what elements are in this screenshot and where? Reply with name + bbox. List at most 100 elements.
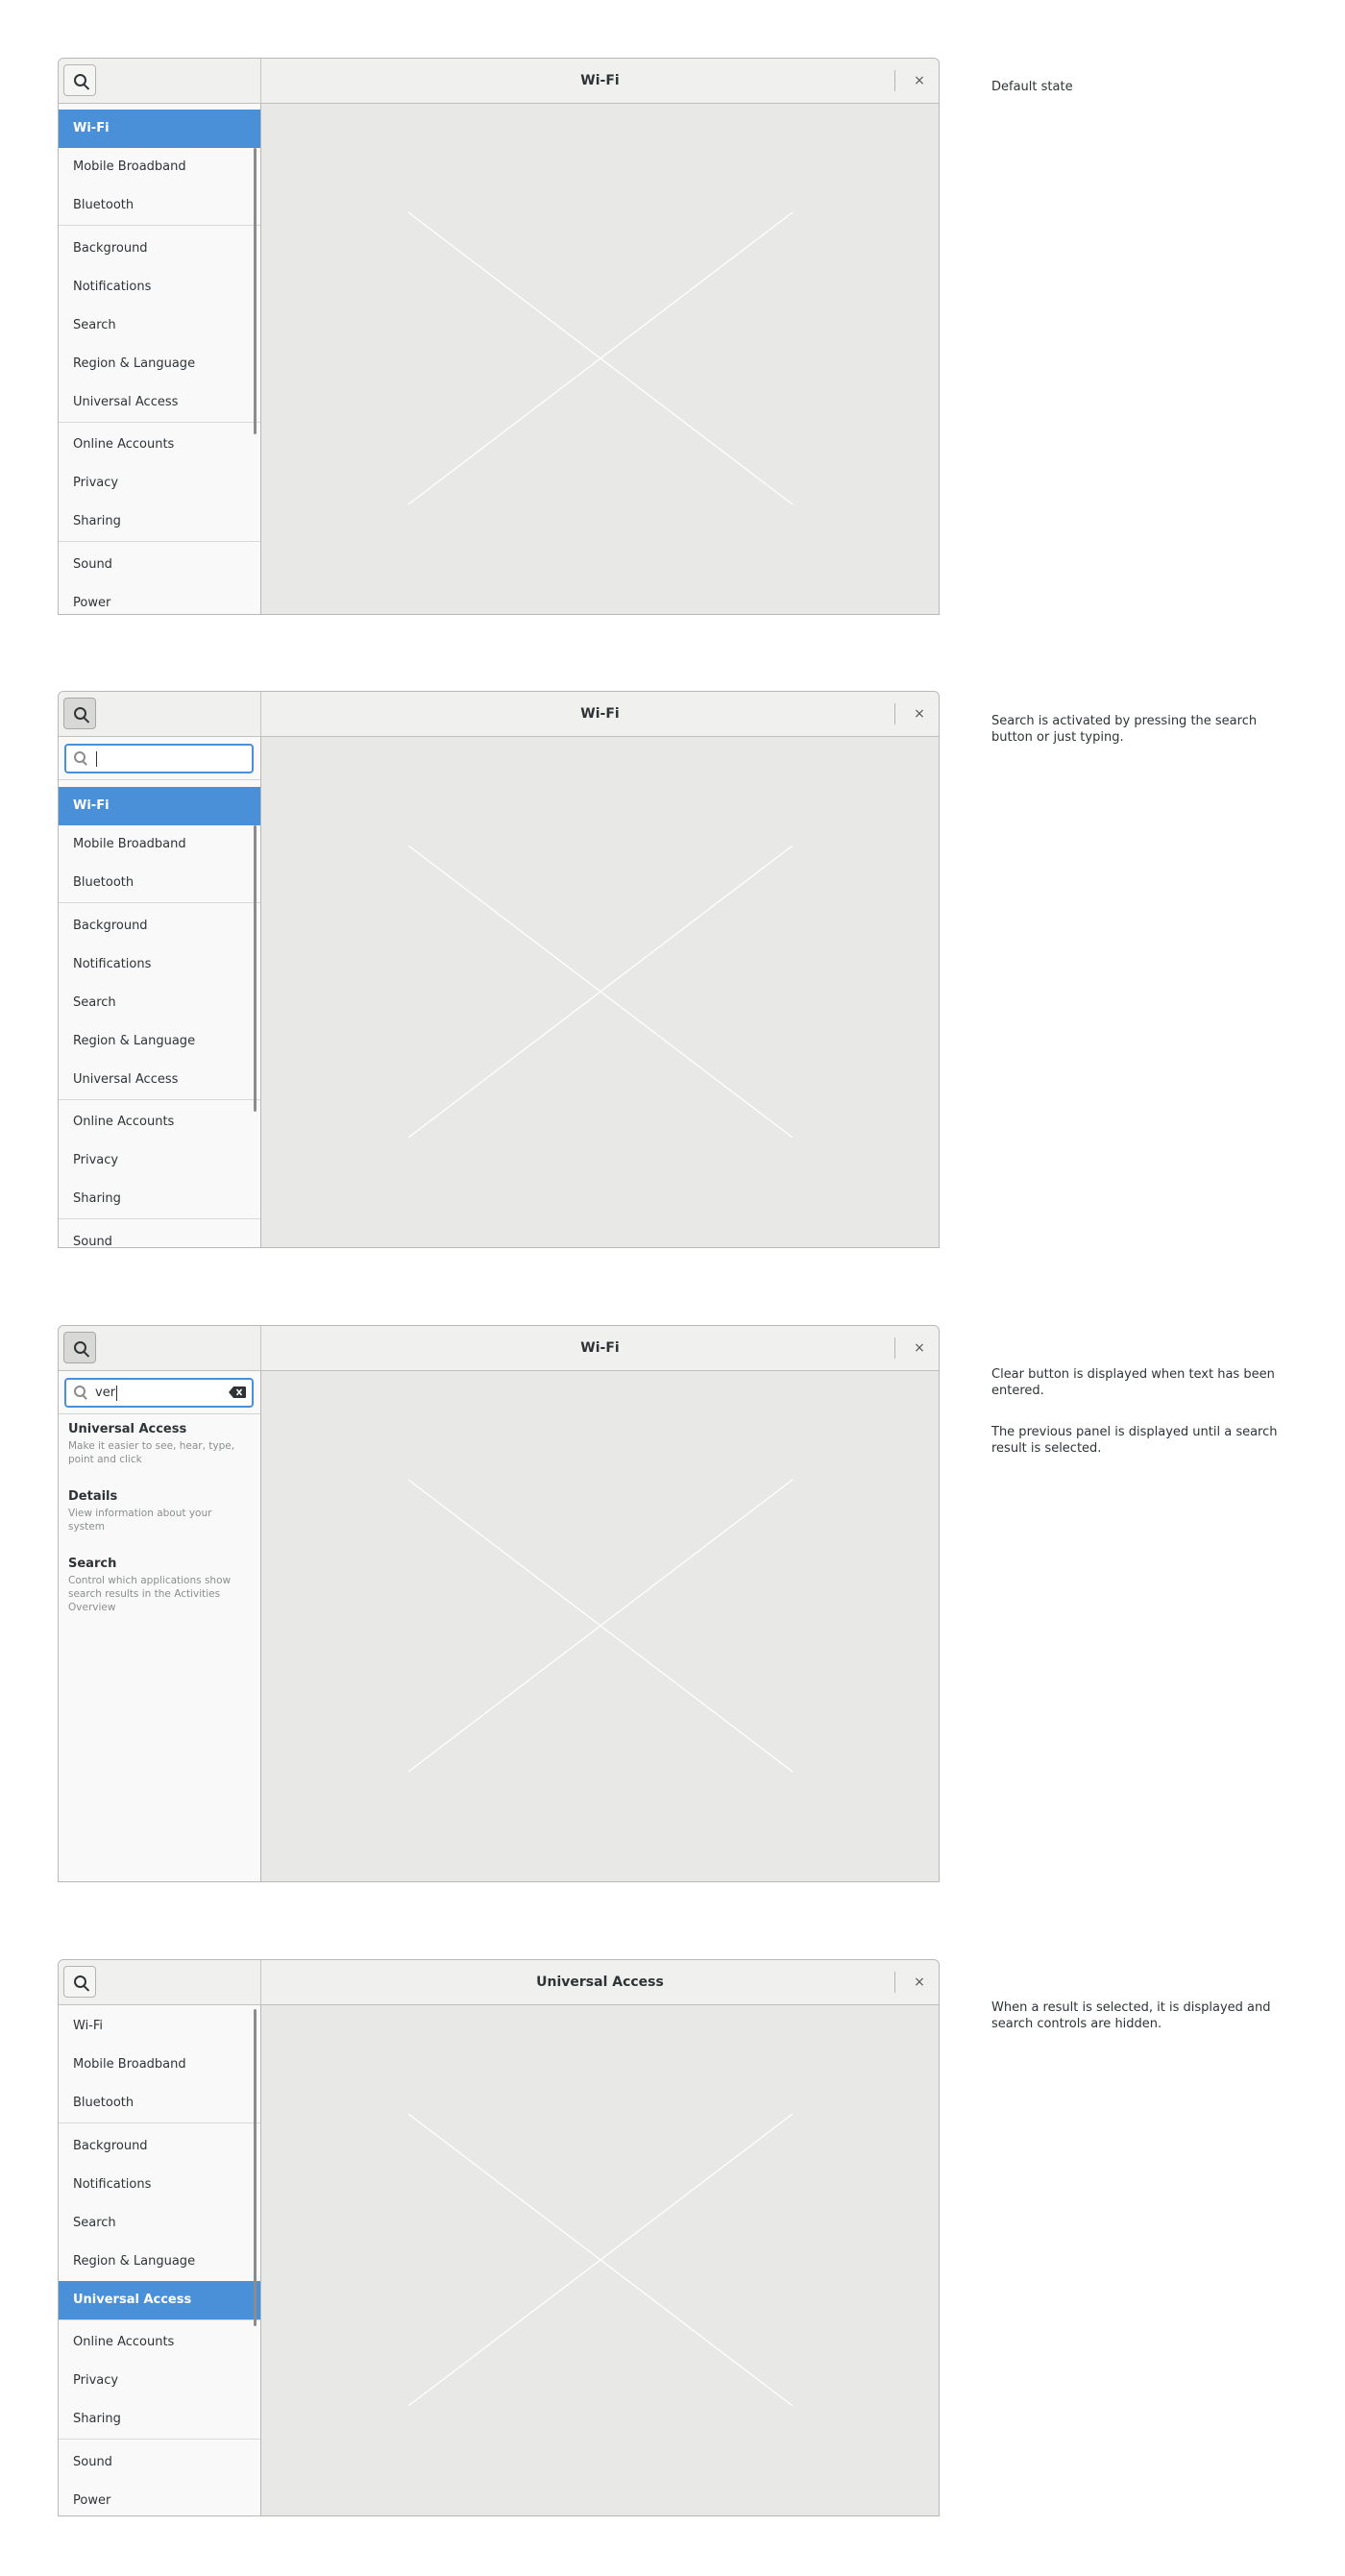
sidebar-item-online-accounts[interactable]: Online Accounts <box>59 2323 260 2362</box>
sidebar-item-universal-access[interactable]: Universal Access <box>59 383 260 422</box>
sidebar-item-wifi[interactable]: Wi-Fi <box>59 2007 260 2046</box>
sidebar-item-universal-access[interactable]: Universal Access <box>59 2281 260 2319</box>
annotation-note: Clear button is displayed when text has … <box>991 1367 1275 1398</box>
window-title: Universal Access <box>536 1975 664 1990</box>
sidebar-item-sharing[interactable]: Sharing <box>59 2400 260 2439</box>
search-icon <box>74 751 86 763</box>
sidebar-item-power[interactable]: Power <box>59 2482 260 2515</box>
search-button[interactable] <box>63 64 96 96</box>
sidebar-item-bluetooth[interactable]: Bluetooth <box>59 186 260 225</box>
window-search-activated: Wi-Fi × Wi-Fi Mobile Broadband Bluetooth… <box>58 691 940 1248</box>
search-button[interactable] <box>63 1966 96 1998</box>
window-search-results: Wi-Fi × ver Universal Access Make it eas… <box>58 1325 940 1882</box>
sidebar-item-background[interactable]: Background <box>59 2127 260 2166</box>
sidebar-item-bluetooth[interactable]: Bluetooth <box>59 2084 260 2122</box>
search-button[interactable] <box>63 1332 96 1363</box>
sidebar-item-privacy[interactable]: Privacy <box>59 1141 260 1180</box>
sidebar-item-search[interactable]: Search <box>59 307 260 345</box>
sidebar-item-power[interactable]: Power <box>59 584 260 614</box>
window-title: Wi-Fi <box>580 706 620 722</box>
search-icon <box>74 74 86 86</box>
sidebar-item-privacy[interactable]: Privacy <box>59 464 260 503</box>
sidebar-item-wifi[interactable]: Wi-Fi <box>59 787 260 825</box>
placeholder-cross <box>407 2113 794 2407</box>
sidebar-separator <box>59 2439 260 2440</box>
close-icon[interactable]: × <box>908 701 931 726</box>
sidebar-item-mobile-broadband[interactable]: Mobile Broadband <box>59 825 260 864</box>
headerbar: Wi-Fi × <box>59 692 939 737</box>
sidebar: Wi-Fi Mobile Broadband Bluetooth Backgro… <box>59 2005 261 2515</box>
search-bar: ver <box>59 1371 260 1414</box>
search-result-title: Details <box>68 1489 118 1504</box>
sidebar-separator <box>59 2122 260 2123</box>
sidebar-item-region-language[interactable]: Region & Language <box>59 345 260 383</box>
sidebar-item-sharing[interactable]: Sharing <box>59 503 260 541</box>
search-icon <box>74 707 86 720</box>
search-icon <box>74 1975 86 1988</box>
sidebar-item-background[interactable]: Background <box>59 230 260 268</box>
text-caret <box>96 750 97 767</box>
sidebar-scrollbar[interactable] <box>254 2009 257 2326</box>
headerbar: Wi-Fi × <box>59 1326 939 1371</box>
annotation-note: When a result is selected, it is display… <box>991 2000 1271 2031</box>
sidebar-item-sound[interactable]: Sound <box>59 2443 260 2482</box>
sidebar-separator <box>59 1218 260 1219</box>
search-result[interactable]: Details View information about your syst… <box>68 1488 251 1533</box>
sidebar-item-notifications[interactable]: Notifications <box>59 2166 260 2204</box>
placeholder-cross <box>407 211 794 505</box>
sidebar-item-online-accounts[interactable]: Online Accounts <box>59 1103 260 1141</box>
panel-placeholder <box>261 2005 939 2515</box>
sidebar: ver Universal Access Make it easier to s… <box>59 1371 261 1881</box>
search-input[interactable]: ver <box>64 1378 254 1408</box>
search-result[interactable]: Search Control which applications show s… <box>68 1556 251 1614</box>
sidebar-scrollbar[interactable] <box>254 825 257 1112</box>
search-result[interactable]: Universal Access Make it easier to see, … <box>68 1421 251 1466</box>
search-button[interactable] <box>63 698 96 729</box>
sidebar-item-universal-access[interactable]: Universal Access <box>59 1061 260 1099</box>
clear-text-icon[interactable] <box>229 1386 246 1398</box>
sidebar-item-mobile-broadband[interactable]: Mobile Broadband <box>59 2046 260 2084</box>
close-separator <box>894 1337 895 1359</box>
sidebar-item-mobile-broadband[interactable]: Mobile Broadband <box>59 148 260 186</box>
sidebar-item-region-language[interactable]: Region & Language <box>59 1022 260 1061</box>
sidebar-separator <box>59 422 260 423</box>
sidebar-item-search[interactable]: Search <box>59 984 260 1022</box>
search-result-description: Make it easier to see, hear, type, point… <box>68 1440 235 1465</box>
headerbar: Universal Access × <box>59 1960 939 2005</box>
sidebar-item-online-accounts[interactable]: Online Accounts <box>59 426 260 464</box>
close-icon[interactable]: × <box>908 1336 931 1361</box>
sidebar-item-notifications[interactable]: Notifications <box>59 268 260 307</box>
sidebar-item-sound[interactable]: Sound <box>59 1223 260 1247</box>
sidebar-item-wifi[interactable]: Wi-Fi <box>59 110 260 148</box>
sidebar-item-sound[interactable]: Sound <box>59 546 260 584</box>
search-input[interactable] <box>64 744 254 773</box>
sidebar-item-background[interactable]: Background <box>59 907 260 945</box>
search-bar <box>59 737 260 780</box>
close-separator <box>894 1972 895 1993</box>
sidebar-item-bluetooth[interactable]: Bluetooth <box>59 864 260 902</box>
sidebar-separator <box>59 2319 260 2320</box>
close-icon[interactable]: × <box>908 1970 931 1995</box>
sidebar-item-region-language[interactable]: Region & Language <box>59 2243 260 2281</box>
search-result-title: Universal Access <box>68 1422 187 1436</box>
search-icon <box>74 1341 86 1354</box>
panel-placeholder <box>261 737 939 1247</box>
sidebar-item-sharing[interactable]: Sharing <box>59 1180 260 1218</box>
window-result-selected: Universal Access × Wi-Fi Mobile Broadban… <box>58 1959 940 2516</box>
close-separator <box>894 70 895 91</box>
search-result-description: Control which applications show search r… <box>68 1575 232 1613</box>
search-result-title: Search <box>68 1557 117 1571</box>
sidebar-scrollbar[interactable] <box>254 148 257 434</box>
sidebar-item-notifications[interactable]: Notifications <box>59 945 260 984</box>
annotation-note: The previous panel is displayed until a … <box>991 1425 1278 1456</box>
text-caret <box>116 1385 118 1401</box>
window-title: Wi-Fi <box>580 73 620 88</box>
sidebar-separator <box>59 225 260 226</box>
close-separator <box>894 703 895 724</box>
sidebar-separator <box>59 541 260 542</box>
sidebar-item-search[interactable]: Search <box>59 2204 260 2243</box>
headerbar: Wi-Fi × <box>59 59 939 104</box>
sidebar-item-privacy[interactable]: Privacy <box>59 2362 260 2400</box>
close-icon[interactable]: × <box>908 68 931 93</box>
panel-placeholder <box>261 104 939 614</box>
